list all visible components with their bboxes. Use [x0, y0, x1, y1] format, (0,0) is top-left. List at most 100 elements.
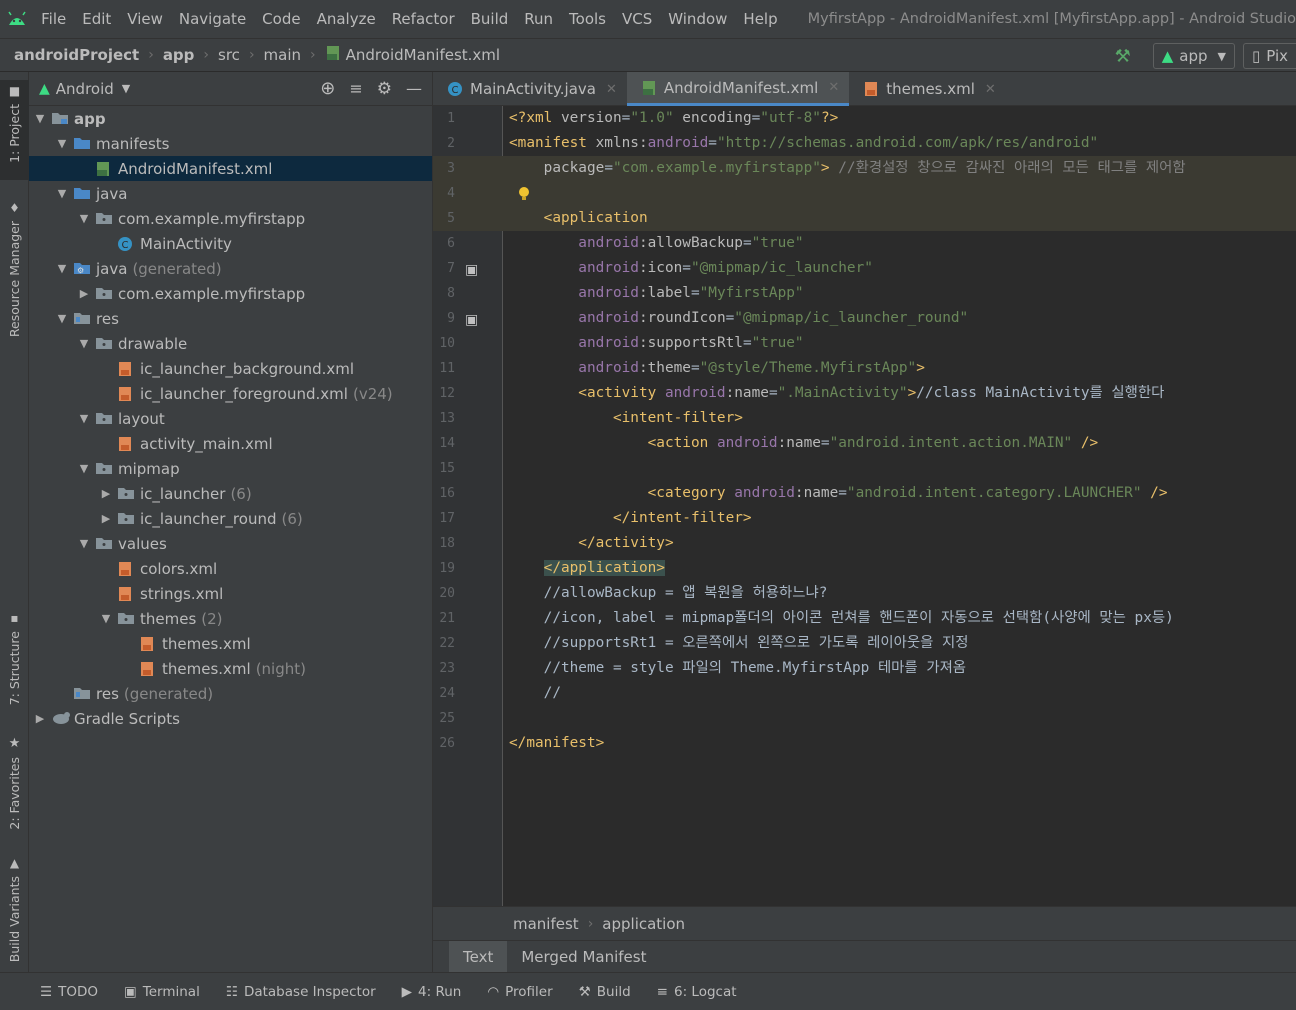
collapsed-arrow-icon[interactable]: ▶	[99, 512, 113, 525]
tree-item-themes-xml[interactable]: themes.xml (night)	[29, 656, 432, 681]
svg-text:C: C	[452, 85, 459, 96]
collapsed-arrow-icon[interactable]: ▶	[33, 712, 47, 725]
menu-help[interactable]: Help	[735, 0, 785, 38]
menu-edit[interactable]: Edit	[74, 0, 119, 38]
menu-refactor[interactable]: Refactor	[384, 0, 463, 38]
tree-item-layout[interactable]: ▼ layout	[29, 406, 432, 431]
close-icon[interactable]: ✕	[828, 80, 839, 95]
menu-build[interactable]: Build	[463, 0, 517, 38]
run-config-selector[interactable]: ▲ app ▼	[1152, 43, 1235, 69]
locate-file-icon[interactable]: ⊕	[320, 78, 335, 99]
menu-analyze[interactable]: Analyze	[309, 0, 384, 38]
expanded-arrow-icon[interactable]: ▼	[99, 612, 113, 625]
hide-panel-icon[interactable]: —	[406, 79, 422, 98]
view-mode-selector[interactable]: Android	[56, 80, 114, 98]
android-studio-logo-icon	[0, 11, 33, 27]
menu-view[interactable]: View	[119, 0, 171, 38]
expanded-arrow-icon[interactable]: ▼	[55, 312, 69, 325]
breadcrumb-androidmanifest-xml[interactable]: AndroidManifest.xml	[346, 46, 500, 64]
tab-text[interactable]: Text	[449, 941, 508, 972]
close-icon[interactable]: ✕	[985, 82, 996, 97]
tree-item-ic-launcher[interactable]: ▶ ic_launcher (6)	[29, 481, 432, 506]
code-editor[interactable]: ▣ ▣ 1 <?xml version="1.0" encoding="utf-8…	[433, 106, 1296, 906]
code-line: 21 //icon, label = mipmap폴더의 아이콘 런쳐를 핸드폰…	[433, 606, 1296, 631]
tree-item-java[interactable]: ▼ ⚙ java (generated)	[29, 256, 432, 281]
code-line: 7 android:icon="@mipmap/ic_launcher"	[433, 256, 1296, 281]
tree-item-colors-xml[interactable]: colors.xml	[29, 556, 432, 581]
expanded-arrow-icon[interactable]: ▼	[77, 212, 91, 225]
tree-item-mainactivity[interactable]: C MainActivity	[29, 231, 432, 256]
device-selector[interactable]: ▯ Pix	[1242, 43, 1296, 69]
expanded-arrow-icon[interactable]: ▼	[77, 412, 91, 425]
tree-item-res[interactable]: ▼ res	[29, 306, 432, 331]
menu-window[interactable]: Window	[660, 0, 735, 38]
breadcrumb-main[interactable]: main	[264, 46, 301, 64]
expanded-arrow-icon[interactable]: ▼	[77, 462, 91, 475]
chevron-down-icon[interactable]: ▼	[122, 82, 130, 95]
tree-item-themes[interactable]: ▼ themes (2)	[29, 606, 432, 631]
manifest-file-icon	[325, 45, 341, 65]
tree-item-manifests[interactable]: ▼ manifests	[29, 131, 432, 156]
breadcrumb-androidproject[interactable]: androidProject	[14, 46, 139, 64]
expanded-arrow-icon[interactable]: ▼	[77, 537, 91, 550]
menu-navigate[interactable]: Navigate	[171, 0, 254, 38]
tool-terminal[interactable]: ▣ Terminal	[124, 984, 200, 1000]
code-token: =	[682, 260, 691, 276]
menu-tools[interactable]: Tools	[561, 0, 614, 38]
menu-code[interactable]: Code	[254, 0, 308, 38]
breadcrumb-src[interactable]: src	[218, 46, 240, 64]
collapsed-arrow-icon[interactable]: ▶	[99, 487, 113, 500]
code-token: <?xml	[509, 110, 561, 126]
tree-item-strings-xml[interactable]: strings.xml	[29, 581, 432, 606]
tree-item-java[interactable]: ▼ java	[29, 181, 432, 206]
tree-item-values[interactable]: ▼ values	[29, 531, 432, 556]
tree-item-gradle-scripts[interactable]: ▶ Gradle Scripts	[29, 706, 432, 731]
tree-item-ic-launcher-background-xml[interactable]: ic_launcher_background.xml	[29, 356, 432, 381]
menu-file[interactable]: File	[33, 0, 74, 38]
favorites-tab[interactable]: ★ 2: Favorites	[0, 732, 29, 832]
tab-androidmanifest-xml[interactable]: AndroidManifest.xml ✕	[626, 72, 850, 106]
tool-6-logcat[interactable]: ≡ 6: Logcat	[657, 984, 737, 1000]
tree-item-ic-launcher-round[interactable]: ▶ ic_launcher_round (6)	[29, 506, 432, 531]
tool-database-inspector[interactable]: ☷ Database Inspector	[226, 984, 376, 1000]
structure-tab[interactable]: ▪ 7: Structure	[0, 607, 29, 707]
xml-file-icon	[139, 661, 157, 677]
tree-item-res[interactable]: res (generated)	[29, 681, 432, 706]
resource-manager-tab[interactable]: ♦ Resource Manager	[0, 197, 29, 347]
tree-item-com-example-myfirstapp[interactable]: ▼ com.example.myfirstapp	[29, 206, 432, 231]
close-icon[interactable]: ✕	[606, 82, 617, 97]
expanded-arrow-icon[interactable]: ▼	[77, 337, 91, 350]
tree-item-activity-main-xml[interactable]: activity_main.xml	[29, 431, 432, 456]
expanded-arrow-icon[interactable]: ▼	[33, 112, 47, 125]
menu-run[interactable]: Run	[516, 0, 561, 38]
tool-4-run[interactable]: ▶ 4: Run	[402, 984, 462, 1000]
intention-bulb-icon[interactable]	[517, 186, 531, 202]
tab-mainactivity-java[interactable]: C MainActivity.java ✕	[433, 72, 627, 106]
tool-todo[interactable]: ☰ TODO	[40, 984, 98, 1000]
build-variants-tab[interactable]: ▲ Build Variants	[0, 852, 29, 962]
tree-item-app[interactable]: ▼ app	[29, 106, 432, 131]
tab-merged-manifest[interactable]: Merged Manifest	[507, 941, 660, 972]
tree-item-ic-launcher-foreground-xml[interactable]: ic_launcher_foreground.xml (v24)	[29, 381, 432, 406]
tree-item-mipmap[interactable]: ▼ mipmap	[29, 456, 432, 481]
collapsed-arrow-icon[interactable]: ▶	[77, 287, 91, 300]
tree-item-com-example-myfirstapp[interactable]: ▶ com.example.myfirstapp	[29, 281, 432, 306]
tree-item-androidmanifest-xml[interactable]: AndroidManifest.xml	[29, 156, 432, 181]
tool-build[interactable]: ⚒ Build	[579, 984, 631, 1000]
expanded-arrow-icon[interactable]: ▼	[55, 187, 69, 200]
breadcrumb-app[interactable]: app	[163, 46, 195, 64]
make-project-hammer-icon[interactable]: ⚒	[1115, 46, 1131, 67]
tree-item-drawable[interactable]: ▼ drawable	[29, 331, 432, 356]
menu-vcs[interactable]: VCS	[614, 0, 660, 38]
code-token: <category	[509, 485, 735, 501]
project-tool-tab[interactable]: ■ 1: Project	[0, 80, 29, 180]
tool-profiler[interactable]: ◠ Profiler	[487, 984, 552, 1000]
tab-themes-xml[interactable]: themes.xml ✕	[849, 72, 1006, 106]
tree-item-themes-xml[interactable]: themes.xml	[29, 631, 432, 656]
collapse-all-icon[interactable]: ≡	[349, 79, 362, 98]
expanded-arrow-icon[interactable]: ▼	[55, 262, 69, 275]
breadcrumb-application[interactable]: application	[602, 915, 685, 933]
gear-icon[interactable]: ⚙	[377, 79, 392, 99]
expanded-arrow-icon[interactable]: ▼	[55, 137, 69, 150]
breadcrumb-manifest[interactable]: manifest	[513, 915, 579, 933]
